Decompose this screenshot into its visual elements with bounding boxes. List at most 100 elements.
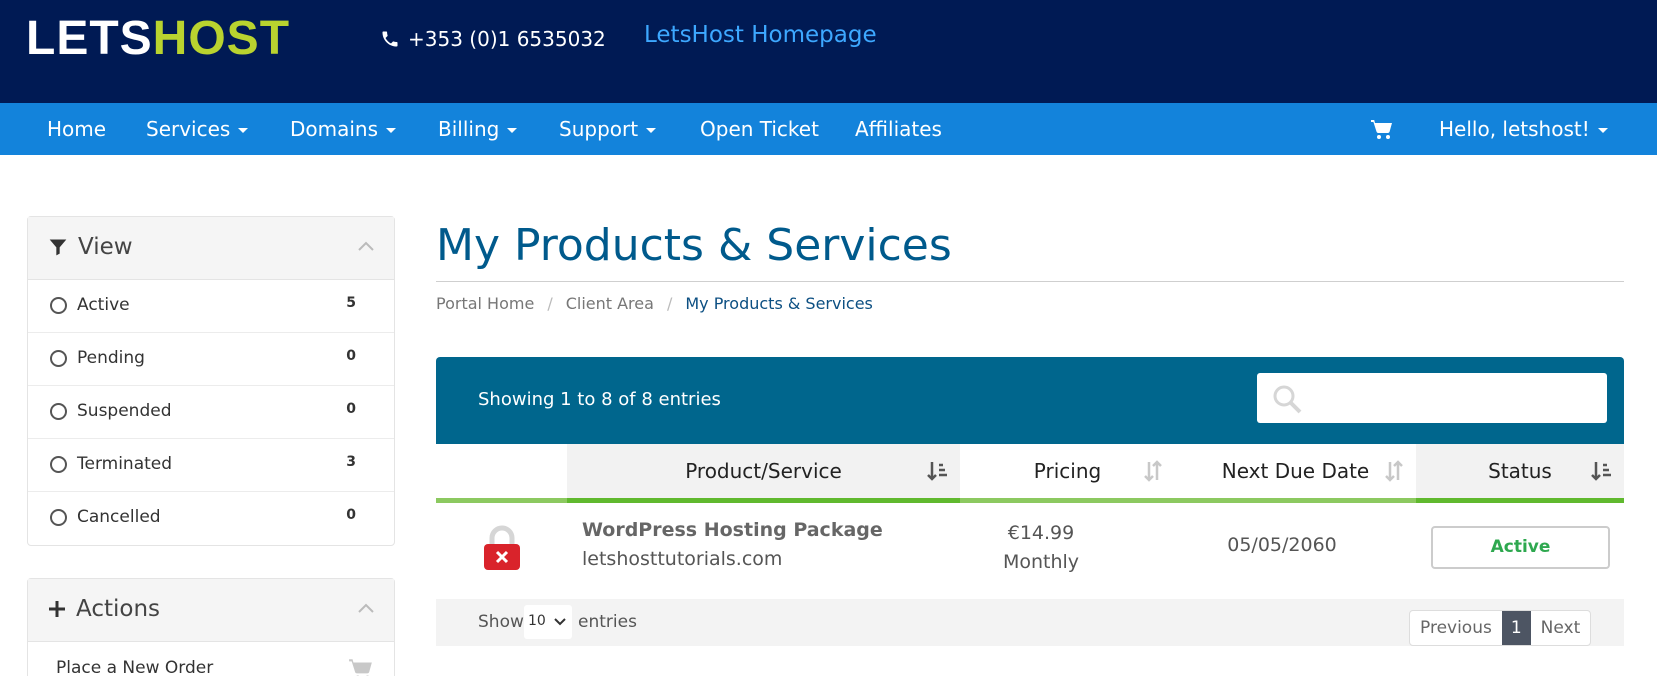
th-pricing[interactable]: Pricing xyxy=(960,444,1175,503)
th-product-service[interactable]: Product/Service xyxy=(567,444,960,503)
th-status[interactable]: Status xyxy=(1416,444,1624,503)
nav-home-label: Home xyxy=(47,117,107,141)
th-label: Next Due Date xyxy=(1221,459,1370,483)
caret-down-icon xyxy=(646,128,657,133)
action-label: Place a New Order xyxy=(56,658,214,676)
filter-count: 0 xyxy=(346,401,356,417)
phone-text: +353 (0)1 6535032 xyxy=(408,27,606,51)
radio-button[interactable] xyxy=(50,403,67,420)
sort-icon xyxy=(1144,460,1162,482)
nav-open-ticket-label: Open Ticket xyxy=(700,117,819,141)
shopping-cart-icon xyxy=(349,659,372,676)
view-panel-title: View xyxy=(48,234,133,260)
main-navigation: Home Services Domains Billing Support Op… xyxy=(0,103,1657,155)
plus-icon xyxy=(49,601,65,617)
chevron-up-icon[interactable] xyxy=(358,241,374,251)
nav-support-label: Support xyxy=(559,117,639,141)
filter-terminated[interactable]: Terminated 3 xyxy=(28,439,394,492)
previous-page-button[interactable]: Previous xyxy=(1410,611,1502,645)
homepage-link[interactable]: LetsHost Homepage xyxy=(644,22,877,48)
table-search-input[interactable] xyxy=(1257,373,1607,423)
sort-descending-icon xyxy=(927,462,947,481)
filter-label: Pending xyxy=(77,348,145,368)
breadcrumb-separator: / xyxy=(666,294,673,313)
page-title: My Products & Services xyxy=(436,220,952,271)
radio-button[interactable] xyxy=(50,297,67,314)
letshost-logo[interactable]: LETSHOST xyxy=(26,14,290,64)
next-due-date: 05/05/2060 xyxy=(1227,534,1337,556)
search-icon xyxy=(1273,385,1302,414)
actions-panel-title-text: Actions xyxy=(76,596,161,622)
billing-cycle: Monthly xyxy=(1002,551,1080,573)
filter-count: 5 xyxy=(346,295,356,311)
user-menu-label: Hello, letshost! xyxy=(1439,117,1590,141)
table-header: Product/Service Pricing Next Due Date St… xyxy=(436,444,1624,503)
phone-number: +353 (0)1 6535032 xyxy=(380,27,606,51)
caret-down-icon xyxy=(1597,128,1608,133)
filter-cancelled[interactable]: Cancelled 0 xyxy=(28,492,394,545)
pagination: Previous 1 Next xyxy=(1409,610,1592,646)
filter-suspended[interactable]: Suspended 0 xyxy=(28,386,394,439)
nav-domains[interactable]: Domains xyxy=(290,103,397,155)
actions-panel-title: Actions xyxy=(48,596,160,622)
radio-button[interactable] xyxy=(50,350,67,367)
entries-label: entries xyxy=(578,612,637,632)
filter-label: Active xyxy=(77,295,130,315)
title-divider xyxy=(436,281,1624,282)
filter-active[interactable]: Active 5 xyxy=(28,280,394,333)
filter-label: Suspended xyxy=(77,401,172,421)
phone-icon xyxy=(382,31,398,47)
sort-icon xyxy=(1385,460,1403,482)
nav-services[interactable]: Services xyxy=(146,103,249,155)
ssl-lock-icon xyxy=(484,525,520,570)
next-page-button[interactable]: Next xyxy=(1531,611,1591,645)
show-label: Show xyxy=(478,612,524,632)
logo-text-host: HOST xyxy=(152,12,291,65)
status-badge: Active xyxy=(1431,526,1610,569)
th-label: Pricing xyxy=(1033,459,1102,483)
price-amount: €14.99 xyxy=(1007,522,1075,544)
filter-icon xyxy=(49,239,67,256)
breadcrumb-client-area[interactable]: Client Area xyxy=(566,294,654,313)
view-panel-header[interactable]: View xyxy=(28,217,394,280)
nav-support[interactable]: Support xyxy=(559,103,657,155)
nav-billing[interactable]: Billing xyxy=(438,103,518,155)
th-label: Product/Service xyxy=(685,459,842,483)
logo-text-lets: LETS xyxy=(26,12,153,65)
actions-panel-header[interactable]: Actions xyxy=(28,579,394,642)
chevron-down-icon xyxy=(554,618,566,626)
table-row[interactable]: WordPress Hosting Package letshosttutori… xyxy=(436,503,1624,599)
breadcrumb-current: My Products & Services xyxy=(685,294,873,313)
table-toolbar: Showing 1 to 8 of 8 entries xyxy=(436,357,1624,444)
th-next-due-date[interactable]: Next Due Date xyxy=(1175,444,1416,503)
pricing-cell: €14.99 Monthly xyxy=(976,519,1106,577)
nav-services-label: Services xyxy=(146,117,231,141)
action-place-new-order[interactable]: Place a New Order xyxy=(28,642,394,676)
page-size-value: 10 xyxy=(528,613,546,629)
nav-open-ticket[interactable]: Open Ticket xyxy=(700,103,819,155)
table-footer: Show 10 entries Previous 1 Next xyxy=(436,599,1624,646)
radio-button[interactable] xyxy=(50,509,67,526)
page-size-select[interactable]: 10 xyxy=(524,605,572,639)
chevron-up-icon[interactable] xyxy=(358,603,374,613)
breadcrumb-separator: / xyxy=(547,294,553,313)
caret-down-icon xyxy=(386,128,397,133)
filter-count: 3 xyxy=(346,454,356,470)
breadcrumb-portal-home[interactable]: Portal Home xyxy=(436,294,534,313)
breadcrumb: Portal Home / Client Area / My Products … xyxy=(436,294,873,313)
radio-button[interactable] xyxy=(50,456,67,473)
user-menu[interactable]: Hello, letshost! xyxy=(1439,103,1608,155)
nav-billing-label: Billing xyxy=(438,117,500,141)
product-domain: letshosttutorials.com xyxy=(582,548,783,570)
nav-affiliates[interactable]: Affiliates xyxy=(855,103,942,155)
filter-label: Terminated xyxy=(77,454,173,474)
filter-pending[interactable]: Pending 0 xyxy=(28,333,394,386)
site-header: LETSHOST +353 (0)1 6535032 LetsHost Home… xyxy=(0,0,1657,103)
page-1-button[interactable]: 1 xyxy=(1501,611,1531,645)
actions-panel: Actions Place a New Order xyxy=(27,578,395,676)
filter-count: 0 xyxy=(346,507,356,523)
view-panel: View Active 5 Pending 0 Suspended 0 Term… xyxy=(27,216,395,546)
shopping-cart-icon[interactable] xyxy=(1370,117,1394,141)
view-panel-title-text: View xyxy=(78,234,133,260)
nav-home[interactable]: Home xyxy=(47,103,106,155)
